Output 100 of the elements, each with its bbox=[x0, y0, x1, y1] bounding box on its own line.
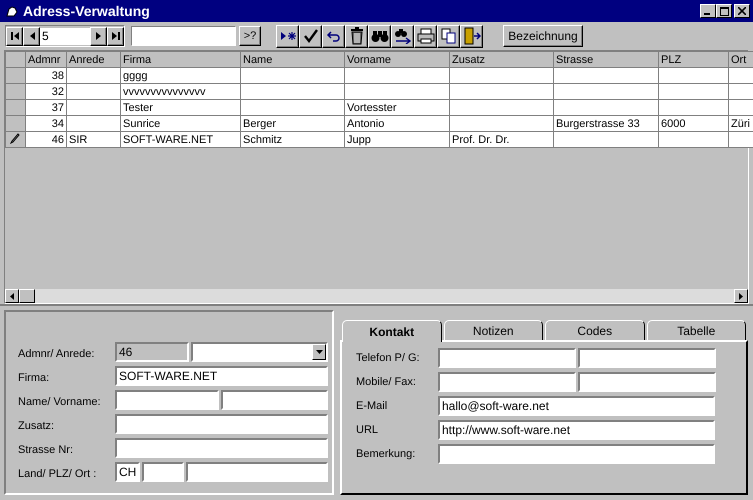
door-arrow-icon bbox=[462, 27, 480, 45]
plz-field[interactable] bbox=[142, 462, 184, 482]
tab[interactable]: Tabelle bbox=[646, 320, 746, 340]
scrollbar-thumb[interactable] bbox=[19, 289, 35, 303]
new-record-button[interactable] bbox=[276, 24, 299, 48]
maximize-button[interactable] bbox=[716, 4, 732, 18]
email-field[interactable]: hallo@soft-ware.net bbox=[438, 396, 715, 416]
table-cell bbox=[658, 132, 728, 148]
first-icon bbox=[10, 31, 20, 41]
record-number-field[interactable]: 5 bbox=[40, 28, 90, 44]
scroll-right-button[interactable] bbox=[734, 289, 748, 303]
vorname-field[interactable] bbox=[221, 390, 328, 410]
table-cell: Jupp bbox=[344, 132, 450, 148]
column-header[interactable]: Strasse bbox=[554, 52, 658, 68]
copy-button[interactable] bbox=[437, 24, 460, 48]
close-button[interactable] bbox=[734, 4, 750, 18]
column-header[interactable]: Firma bbox=[120, 52, 240, 68]
field-label: Name/ Vorname: bbox=[18, 396, 102, 408]
field-label: Mobile/ Fax: bbox=[356, 376, 417, 388]
land-field[interactable]: CH bbox=[115, 462, 140, 482]
printer-button[interactable] bbox=[414, 24, 437, 48]
table-cell bbox=[66, 68, 120, 84]
row-selector[interactable] bbox=[6, 132, 26, 148]
table-cell: vvvvvvvvvvvvvvv bbox=[120, 84, 240, 100]
zusatz-field[interactable] bbox=[115, 414, 328, 434]
table-cell bbox=[658, 100, 728, 116]
minimize-button[interactable] bbox=[700, 4, 716, 18]
column-header[interactable]: Ort bbox=[728, 52, 753, 68]
next-icon bbox=[94, 31, 102, 41]
sort-button[interactable]: Bezeichnung bbox=[503, 25, 583, 47]
column-header[interactable]: Name bbox=[240, 52, 344, 68]
field-label: Zusatz: bbox=[18, 420, 56, 432]
table-cell bbox=[658, 68, 728, 84]
first-record-button[interactable] bbox=[6, 26, 23, 46]
hand-icon bbox=[5, 4, 19, 18]
anrede-dropdown[interactable] bbox=[191, 342, 328, 362]
undo-button[interactable] bbox=[322, 24, 345, 48]
tab[interactable]: Codes bbox=[545, 320, 644, 340]
table-cell: Antonio bbox=[344, 116, 450, 132]
column-header[interactable]: PLZ bbox=[658, 52, 728, 68]
find-next-button[interactable] bbox=[391, 24, 414, 48]
pencil-icon bbox=[10, 132, 20, 144]
copy-icon bbox=[440, 28, 456, 44]
checkmark-icon bbox=[302, 28, 318, 44]
field-label: URL bbox=[356, 424, 380, 436]
fax-field[interactable] bbox=[578, 372, 716, 392]
field-label: Admnr/ Anrede: bbox=[18, 348, 96, 360]
table-cell: 37 bbox=[26, 100, 66, 116]
table-cell: 46 bbox=[26, 132, 66, 148]
column-header[interactable]: Admnr bbox=[26, 52, 66, 68]
strasse-field[interactable] bbox=[115, 438, 328, 458]
field-label: Land/ PLZ/ Ort : bbox=[18, 468, 98, 480]
binoculars-icon bbox=[370, 29, 388, 43]
table-cell: 34 bbox=[26, 116, 66, 132]
url-field[interactable]: http://www.soft-ware.net bbox=[438, 420, 715, 440]
table-cell: 38 bbox=[26, 68, 66, 84]
table-cell: Vortesster bbox=[344, 100, 450, 116]
table-cell: Burgerstrasse 33 bbox=[554, 116, 658, 132]
field-label: Strasse Nr: bbox=[18, 444, 74, 456]
checkmark-button[interactable] bbox=[299, 24, 322, 48]
name-field[interactable] bbox=[115, 390, 219, 410]
table-cell: Sunrice bbox=[120, 116, 240, 132]
mobile-field[interactable] bbox=[438, 372, 576, 392]
table-cell: SIR bbox=[66, 132, 120, 148]
table-cell: Schmitz bbox=[240, 132, 344, 148]
trash-icon bbox=[350, 27, 364, 45]
previous-record-button[interactable] bbox=[23, 26, 40, 46]
field-label: Bemerkung: bbox=[356, 448, 416, 460]
exit-door-button[interactable] bbox=[460, 24, 483, 48]
ort-field[interactable] bbox=[186, 462, 328, 482]
query-button[interactable]: >? bbox=[239, 26, 261, 46]
table-cell: Züri bbox=[728, 116, 753, 132]
field-label: Firma: bbox=[18, 372, 50, 384]
telefon-field[interactable] bbox=[438, 348, 576, 368]
field-label: Telefon P/ G: bbox=[356, 352, 421, 364]
tab[interactable]: Notizen bbox=[444, 320, 543, 340]
next-record-button[interactable] bbox=[90, 26, 107, 46]
caret-icon bbox=[316, 350, 322, 354]
table-cell: 6000 bbox=[658, 116, 728, 132]
search-field[interactable] bbox=[131, 26, 236, 46]
last-record-button[interactable] bbox=[107, 26, 124, 46]
tab[interactable]: Kontakt bbox=[342, 320, 442, 342]
firma-field[interactable]: SOFT-WARE.NET bbox=[115, 366, 328, 386]
trash-icon-button[interactable] bbox=[345, 24, 368, 48]
maximize-icon bbox=[720, 6, 728, 16]
printer-icon bbox=[416, 28, 434, 44]
table-cell bbox=[66, 84, 120, 100]
close-icon bbox=[738, 7, 746, 15]
column-header[interactable]: Anrede bbox=[66, 52, 120, 68]
new-record-icon bbox=[278, 29, 296, 43]
admnr-field[interactable]: 46 bbox=[115, 342, 189, 362]
table-cell: Prof. Dr. Dr. bbox=[450, 132, 554, 148]
column-header[interactable]: Vorname bbox=[344, 52, 450, 68]
column-header[interactable]: Zusatz bbox=[450, 52, 554, 68]
binoculars-button[interactable] bbox=[368, 24, 391, 48]
bemerkung-field[interactable] bbox=[438, 444, 715, 464]
telefon-field[interactable] bbox=[578, 348, 716, 368]
scroll-left-button[interactable] bbox=[5, 289, 19, 303]
field-label: E-Mail bbox=[356, 400, 388, 412]
table-cell: SOFT-WARE.NET bbox=[120, 132, 240, 148]
